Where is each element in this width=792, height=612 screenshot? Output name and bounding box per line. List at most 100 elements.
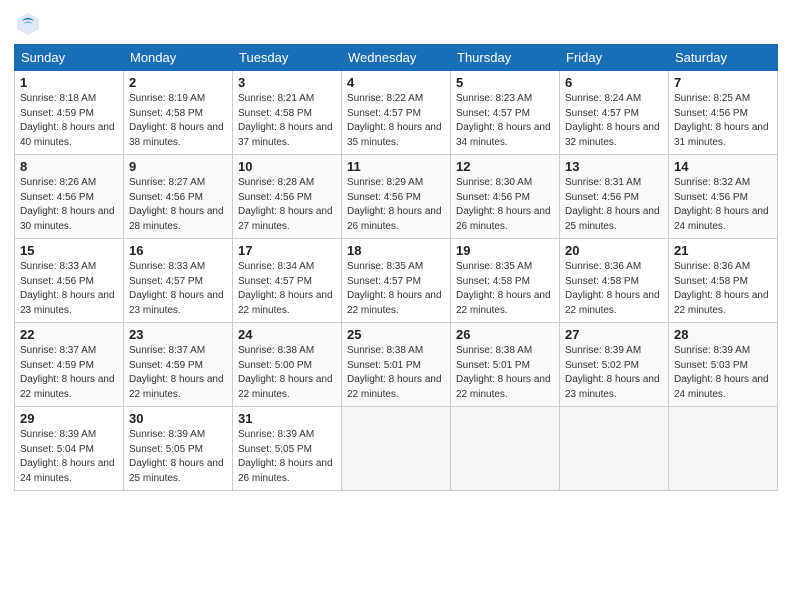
day-info: Sunrise: 8:26 AMSunset: 4:56 PMDaylight:… [20, 177, 115, 232]
calendar-cell: 22 Sunrise: 8:37 AMSunset: 4:59 PMDaylig… [15, 323, 124, 407]
day-info: Sunrise: 8:30 AMSunset: 4:56 PMDaylight:… [456, 177, 551, 232]
calendar-container: SundayMondayTuesdayWednesdayThursdayFrid… [0, 0, 792, 501]
day-header-saturday: Saturday [669, 45, 778, 71]
day-info: Sunrise: 8:38 AMSunset: 5:01 PMDaylight:… [456, 345, 551, 400]
day-info: Sunrise: 8:38 AMSunset: 5:01 PMDaylight:… [347, 345, 442, 400]
calendar-cell [342, 407, 451, 491]
calendar-cell: 9 Sunrise: 8:27 AMSunset: 4:56 PMDayligh… [124, 155, 233, 239]
day-number: 27 [565, 327, 663, 342]
calendar-cell: 10 Sunrise: 8:28 AMSunset: 4:56 PMDaylig… [233, 155, 342, 239]
calendar-cell: 13 Sunrise: 8:31 AMSunset: 4:56 PMDaylig… [560, 155, 669, 239]
logo-icon [14, 10, 42, 38]
day-number: 9 [129, 159, 227, 174]
calendar-cell: 3 Sunrise: 8:21 AMSunset: 4:58 PMDayligh… [233, 71, 342, 155]
day-number: 5 [456, 75, 554, 90]
day-number: 21 [674, 243, 772, 258]
calendar-cell: 11 Sunrise: 8:29 AMSunset: 4:56 PMDaylig… [342, 155, 451, 239]
day-number: 22 [20, 327, 118, 342]
day-info: Sunrise: 8:39 AMSunset: 5:02 PMDaylight:… [565, 345, 660, 400]
day-info: Sunrise: 8:27 AMSunset: 4:56 PMDaylight:… [129, 177, 224, 232]
day-info: Sunrise: 8:21 AMSunset: 4:58 PMDaylight:… [238, 93, 333, 148]
day-info: Sunrise: 8:39 AMSunset: 5:05 PMDaylight:… [238, 429, 333, 484]
calendar-cell [669, 407, 778, 491]
calendar-cell: 27 Sunrise: 8:39 AMSunset: 5:02 PMDaylig… [560, 323, 669, 407]
week-row-5: 29 Sunrise: 8:39 AMSunset: 5:04 PMDaylig… [15, 407, 778, 491]
calendar-cell: 6 Sunrise: 8:24 AMSunset: 4:57 PMDayligh… [560, 71, 669, 155]
day-number: 12 [456, 159, 554, 174]
day-info: Sunrise: 8:22 AMSunset: 4:57 PMDaylight:… [347, 93, 442, 148]
calendar-cell: 2 Sunrise: 8:19 AMSunset: 4:58 PMDayligh… [124, 71, 233, 155]
day-header-thursday: Thursday [451, 45, 560, 71]
day-number: 10 [238, 159, 336, 174]
week-row-1: 1 Sunrise: 8:18 AMSunset: 4:59 PMDayligh… [15, 71, 778, 155]
day-header-tuesday: Tuesday [233, 45, 342, 71]
day-header-friday: Friday [560, 45, 669, 71]
calendar-cell: 31 Sunrise: 8:39 AMSunset: 5:05 PMDaylig… [233, 407, 342, 491]
day-number: 15 [20, 243, 118, 258]
calendar-cell: 12 Sunrise: 8:30 AMSunset: 4:56 PMDaylig… [451, 155, 560, 239]
calendar-cell: 5 Sunrise: 8:23 AMSunset: 4:57 PMDayligh… [451, 71, 560, 155]
calendar-cell: 14 Sunrise: 8:32 AMSunset: 4:56 PMDaylig… [669, 155, 778, 239]
day-info: Sunrise: 8:28 AMSunset: 4:56 PMDaylight:… [238, 177, 333, 232]
day-number: 28 [674, 327, 772, 342]
calendar-cell: 21 Sunrise: 8:36 AMSunset: 4:58 PMDaylig… [669, 239, 778, 323]
calendar-cell: 16 Sunrise: 8:33 AMSunset: 4:57 PMDaylig… [124, 239, 233, 323]
calendar-cell: 7 Sunrise: 8:25 AMSunset: 4:56 PMDayligh… [669, 71, 778, 155]
calendar-cell [451, 407, 560, 491]
day-number: 11 [347, 159, 445, 174]
day-number: 30 [129, 411, 227, 426]
day-number: 19 [456, 243, 554, 258]
day-number: 23 [129, 327, 227, 342]
calendar-cell: 18 Sunrise: 8:35 AMSunset: 4:57 PMDaylig… [342, 239, 451, 323]
calendar-cell: 26 Sunrise: 8:38 AMSunset: 5:01 PMDaylig… [451, 323, 560, 407]
day-info: Sunrise: 8:39 AMSunset: 5:05 PMDaylight:… [129, 429, 224, 484]
day-number: 16 [129, 243, 227, 258]
calendar-cell: 20 Sunrise: 8:36 AMSunset: 4:58 PMDaylig… [560, 239, 669, 323]
day-info: Sunrise: 8:33 AMSunset: 4:57 PMDaylight:… [129, 261, 224, 316]
calendar-cell: 17 Sunrise: 8:34 AMSunset: 4:57 PMDaylig… [233, 239, 342, 323]
day-number: 4 [347, 75, 445, 90]
calendar-cell: 4 Sunrise: 8:22 AMSunset: 4:57 PMDayligh… [342, 71, 451, 155]
day-number: 25 [347, 327, 445, 342]
week-row-3: 15 Sunrise: 8:33 AMSunset: 4:56 PMDaylig… [15, 239, 778, 323]
logo [14, 10, 46, 38]
day-number: 13 [565, 159, 663, 174]
day-info: Sunrise: 8:32 AMSunset: 4:56 PMDaylight:… [674, 177, 769, 232]
day-info: Sunrise: 8:31 AMSunset: 4:56 PMDaylight:… [565, 177, 660, 232]
calendar-cell: 25 Sunrise: 8:38 AMSunset: 5:01 PMDaylig… [342, 323, 451, 407]
calendar-cell: 15 Sunrise: 8:33 AMSunset: 4:56 PMDaylig… [15, 239, 124, 323]
day-number: 7 [674, 75, 772, 90]
calendar-table: SundayMondayTuesdayWednesdayThursdayFrid… [14, 44, 778, 491]
day-info: Sunrise: 8:25 AMSunset: 4:56 PMDaylight:… [674, 93, 769, 148]
day-header-monday: Monday [124, 45, 233, 71]
day-info: Sunrise: 8:39 AMSunset: 5:03 PMDaylight:… [674, 345, 769, 400]
day-info: Sunrise: 8:18 AMSunset: 4:59 PMDaylight:… [20, 93, 115, 148]
day-info: Sunrise: 8:35 AMSunset: 4:57 PMDaylight:… [347, 261, 442, 316]
day-number: 6 [565, 75, 663, 90]
day-info: Sunrise: 8:35 AMSunset: 4:58 PMDaylight:… [456, 261, 551, 316]
calendar-body: 1 Sunrise: 8:18 AMSunset: 4:59 PMDayligh… [15, 71, 778, 491]
day-number: 26 [456, 327, 554, 342]
day-number: 14 [674, 159, 772, 174]
day-header-sunday: Sunday [15, 45, 124, 71]
calendar-cell: 1 Sunrise: 8:18 AMSunset: 4:59 PMDayligh… [15, 71, 124, 155]
header [14, 10, 778, 38]
calendar-cell: 8 Sunrise: 8:26 AMSunset: 4:56 PMDayligh… [15, 155, 124, 239]
day-info: Sunrise: 8:19 AMSunset: 4:58 PMDaylight:… [129, 93, 224, 148]
calendar-cell: 23 Sunrise: 8:37 AMSunset: 4:59 PMDaylig… [124, 323, 233, 407]
day-info: Sunrise: 8:36 AMSunset: 4:58 PMDaylight:… [674, 261, 769, 316]
calendar-cell: 28 Sunrise: 8:39 AMSunset: 5:03 PMDaylig… [669, 323, 778, 407]
day-number: 17 [238, 243, 336, 258]
day-info: Sunrise: 8:33 AMSunset: 4:56 PMDaylight:… [20, 261, 115, 316]
day-info: Sunrise: 8:23 AMSunset: 4:57 PMDaylight:… [456, 93, 551, 148]
day-number: 18 [347, 243, 445, 258]
calendar-header-row: SundayMondayTuesdayWednesdayThursdayFrid… [15, 45, 778, 71]
week-row-2: 8 Sunrise: 8:26 AMSunset: 4:56 PMDayligh… [15, 155, 778, 239]
day-info: Sunrise: 8:37 AMSunset: 4:59 PMDaylight:… [20, 345, 115, 400]
day-info: Sunrise: 8:39 AMSunset: 5:04 PMDaylight:… [20, 429, 115, 484]
day-info: Sunrise: 8:24 AMSunset: 4:57 PMDaylight:… [565, 93, 660, 148]
day-number: 3 [238, 75, 336, 90]
day-info: Sunrise: 8:34 AMSunset: 4:57 PMDaylight:… [238, 261, 333, 316]
day-number: 24 [238, 327, 336, 342]
day-info: Sunrise: 8:29 AMSunset: 4:56 PMDaylight:… [347, 177, 442, 232]
